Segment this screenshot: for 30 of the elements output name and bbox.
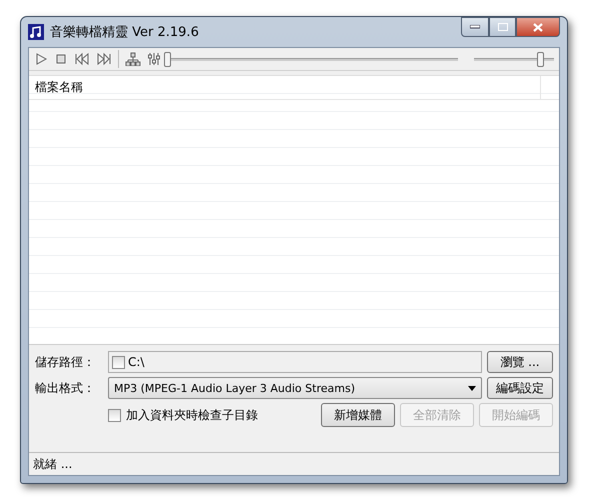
close-icon [533,22,543,32]
action-button[interactable]: 新增媒體 [321,403,395,427]
maximize-button[interactable] [489,17,516,37]
save-path-label: 儲存路徑： [35,354,96,370]
slider-thumb[interactable] [536,52,544,66]
dropdown-arrow-icon [468,386,476,390]
output-format-label: 輸出格式： [35,380,96,396]
checkbox[interactable] [108,408,121,422]
status-text: 就緒 ... [33,456,72,472]
path-text: C:\ [128,355,144,369]
close-button[interactable] [516,17,560,37]
save-path-field[interactable]: C:\ [108,351,482,373]
encoder-settings-button[interactable]: 編碼設定 [487,377,553,399]
previous-icon[interactable] [74,52,90,66]
window-title: 音樂轉檔精靈 Ver 2.19.6 [50,24,200,41]
stop-icon[interactable] [54,52,68,66]
subfolder-option-label: 加入資料夾時檢查子目錄 [126,406,259,424]
equalizer-icon[interactable] [147,52,161,66]
next-icon[interactable] [96,52,112,66]
browse-button[interactable]: 瀏覽 ... [487,351,553,373]
maximize-icon [498,23,508,31]
network-icon[interactable] [125,52,141,66]
slider-thumb[interactable] [164,52,171,66]
minimize-button[interactable] [461,17,489,37]
checkbox[interactable] [112,356,125,368]
music-note-icon [28,24,44,40]
column-header[interactable]: 檔案名稱 [29,76,541,99]
minimize-icon [470,25,480,29]
format-dropdown[interactable]: MP3 (MPEG-1 Audio Layer 3 Audio Streams) [108,377,482,399]
play-icon[interactable] [34,52,48,66]
